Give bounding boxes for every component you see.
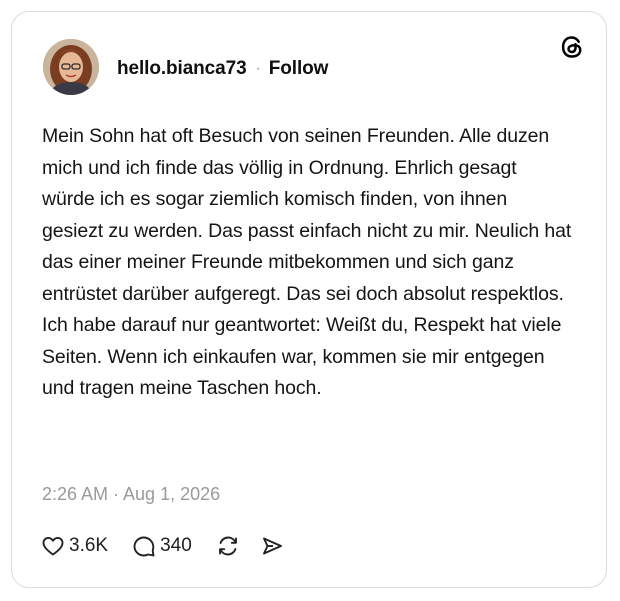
repost-icon [216,534,240,558]
like-count: 3.6K [69,535,109,556]
repost-button[interactable] [216,534,240,558]
post-text: Mein Sohn hat oft Besuch von seinen Freu… [42,125,572,399]
follow-button[interactable]: Follow [269,58,329,80]
reply-button[interactable]: 340 [132,534,192,558]
send-icon [260,534,284,558]
action-bar: 3.6K 340 [41,534,284,558]
post-header: hello.bianca73 · Follow [117,58,328,80]
avatar[interactable] [43,39,99,95]
heart-icon [41,534,65,558]
post-card: hello.bianca73 · Follow Mein Sohn hat of… [11,11,607,588]
post-timestamp[interactable]: 2:26 AM · Aug 1, 2026 [42,484,220,505]
share-button[interactable] [260,534,284,558]
like-button[interactable]: 3.6K [41,534,108,558]
username[interactable]: hello.bianca73 [117,58,247,80]
separator-dot: · [255,60,261,77]
threads-logo-icon[interactable] [559,34,585,60]
comment-bubble-icon [132,534,156,558]
reply-count: 340 [160,535,192,556]
